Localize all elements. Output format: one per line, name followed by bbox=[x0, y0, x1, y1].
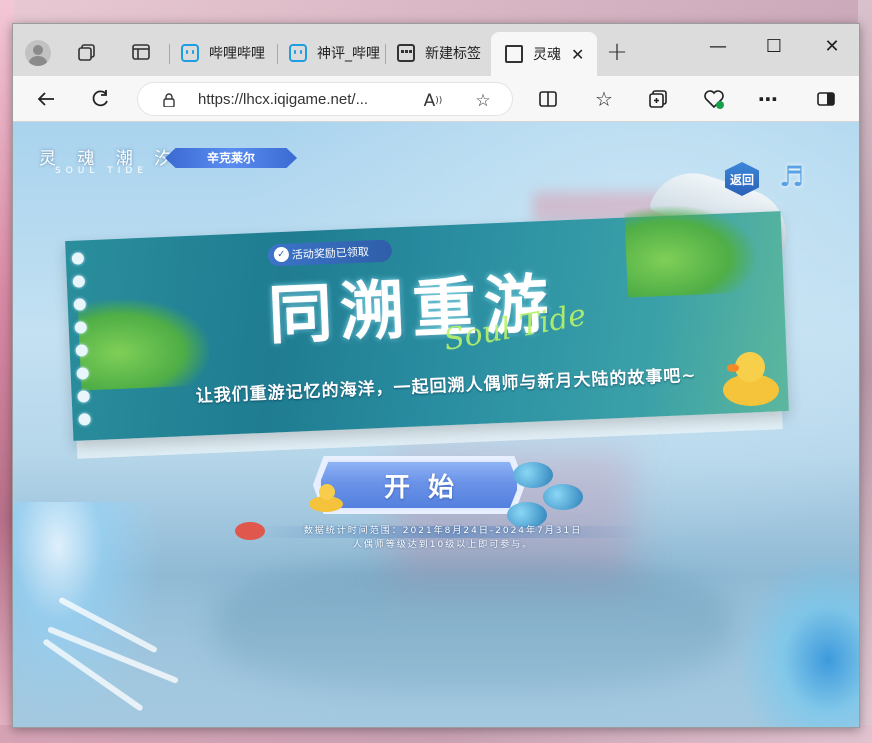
bilibili-icon bbox=[181, 44, 199, 62]
browser-essentials-icon[interactable] bbox=[699, 84, 729, 114]
notice-requirement: 人偶师等级达到10级以上即可参与。 bbox=[352, 540, 534, 550]
new-tab-plus-icon[interactable]: + bbox=[605, 37, 629, 67]
tab-separator bbox=[385, 44, 386, 64]
minimize-button[interactable]: — bbox=[703, 34, 733, 58]
tab-label: 神评_哔哩 bbox=[317, 46, 380, 62]
music-toggle-icon[interactable]: ♬ bbox=[779, 160, 804, 193]
newtab-icon bbox=[397, 44, 415, 62]
sidebar-toggle-icon[interactable] bbox=[811, 84, 841, 114]
collections-icon[interactable] bbox=[643, 84, 673, 114]
tab-separator bbox=[169, 44, 170, 64]
palm-leaf-decor bbox=[624, 202, 758, 298]
bilibili-icon bbox=[289, 44, 307, 62]
notice-date-range: 数据统计时间范围：2021年8月24日-2024年7月31日 bbox=[303, 526, 583, 536]
character-name-tag: 辛克莱尔 bbox=[165, 148, 297, 168]
tab-bilibili[interactable]: 哔哩哔哩 bbox=[181, 38, 273, 68]
close-tab-icon[interactable]: ✕ bbox=[571, 45, 584, 64]
refresh-icon[interactable] bbox=[85, 84, 115, 114]
rubber-duck-decor bbox=[719, 352, 779, 406]
lock-icon[interactable] bbox=[162, 93, 176, 107]
jellyfish-decor bbox=[13, 502, 180, 722]
notice-text: 数据统计时间范围：2021年8月24日-2024年7月31日 人偶师等级达到10… bbox=[263, 524, 623, 552]
workspaces-icon[interactable] bbox=[75, 40, 99, 64]
favorites-icon[interactable]: ☆ bbox=[589, 84, 619, 114]
tab-shenping[interactable]: 神评_哔哩 bbox=[289, 38, 381, 68]
event-banner: 活动奖励已领取 同溯重游 Soul Tide 让我们重游记忆的海洋，一起回溯人偶… bbox=[65, 202, 789, 441]
address-toolbar: https://lhcx.iqigame.net/... A)) ☆ ☆ ⋯ bbox=[13, 76, 859, 122]
desktop-wallpaper-right bbox=[858, 0, 872, 743]
favorite-star-icon[interactable]: ☆ bbox=[472, 90, 494, 112]
tab-soul-tide-active[interactable]: 灵魂 ✕ bbox=[491, 32, 597, 76]
tab-separator bbox=[277, 44, 278, 64]
crab-decor bbox=[235, 522, 265, 540]
vertical-tabs-icon[interactable] bbox=[129, 40, 153, 64]
tab-label: 新建标签 bbox=[425, 46, 481, 62]
tab-label: 哔哩哔哩 bbox=[209, 46, 265, 62]
tab-strip: 哔哩哔哩 神评_哔哩 新建标签 灵魂 ✕ + — ☐ ✕ bbox=[13, 24, 859, 76]
tab-label: 灵魂 bbox=[533, 47, 561, 63]
tab-new-tab[interactable]: 新建标签 bbox=[397, 38, 491, 68]
maximize-button[interactable]: ☐ bbox=[759, 34, 789, 58]
palm-leaf-decor bbox=[77, 295, 212, 391]
start-button[interactable]: 开始 bbox=[319, 460, 519, 510]
small-duck-decor bbox=[309, 484, 343, 512]
split-screen-icon[interactable] bbox=[533, 84, 563, 114]
water-splash-decor bbox=[737, 552, 859, 727]
browser-window: 哔哩哔哩 神评_哔哩 新建标签 灵魂 ✕ + — ☐ ✕ https://lhc… bbox=[12, 23, 860, 728]
back-icon[interactable] bbox=[31, 84, 61, 114]
game-logo-subtitle: SOUL TIDE bbox=[55, 166, 149, 176]
url-text[interactable]: https://lhcx.iqigame.net/... bbox=[198, 91, 368, 108]
page-viewport: 灵 魂 潮 汐 SOUL TIDE 辛克莱尔 返回 ♬ 活动奖励已领取 同溯重游… bbox=[13, 122, 859, 727]
more-options-icon[interactable]: ⋯ bbox=[753, 84, 783, 114]
document-icon bbox=[505, 45, 523, 63]
read-aloud-icon[interactable]: A)) bbox=[422, 90, 444, 112]
banner-subtitle: 让我们重游记忆的海洋，一起回溯人偶师与新月大陆的故事吧~ bbox=[195, 365, 697, 407]
profile-avatar-icon[interactable] bbox=[25, 40, 51, 66]
fish-decor bbox=[513, 462, 553, 488]
close-window-button[interactable]: ✕ bbox=[817, 34, 847, 58]
fish-decor bbox=[543, 484, 583, 510]
address-bar[interactable]: https://lhcx.iqigame.net/... A)) ☆ bbox=[137, 82, 513, 116]
